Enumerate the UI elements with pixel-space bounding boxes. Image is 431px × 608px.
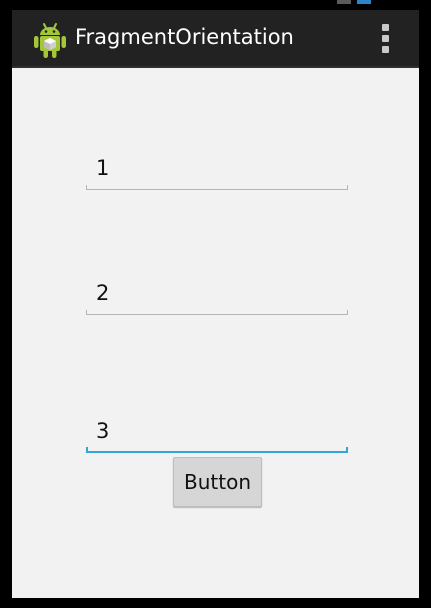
- action-button[interactable]: Button: [173, 457, 262, 507]
- edit-text-1[interactable]: 1: [86, 154, 350, 190]
- status-icons: [337, 0, 371, 6]
- edit-text-1-value: 1: [96, 156, 110, 180]
- overflow-dot: [382, 46, 389, 53]
- edit-text-2-value: 2: [96, 281, 110, 305]
- status-bar: [0, 0, 431, 10]
- android-robot-icon[interactable]: [32, 21, 68, 59]
- edit-text-3-value: 3: [96, 419, 110, 443]
- app-title: FragmentOrientation: [75, 25, 294, 49]
- edit-text-3[interactable]: 3: [86, 417, 350, 453]
- edit-text-1-underline: [86, 185, 348, 190]
- signal-icon: [337, 0, 351, 4]
- content-area: 1 2 3 Button: [12, 68, 419, 598]
- overflow-dot: [382, 24, 389, 31]
- edit-text-2[interactable]: 2: [86, 279, 350, 315]
- edit-text-3-underline: [86, 447, 348, 453]
- overflow-menu-icon[interactable]: [379, 24, 391, 54]
- edit-text-2-underline: [86, 310, 348, 315]
- action-bar: FragmentOrientation: [12, 10, 419, 68]
- wifi-icon: [357, 0, 371, 4]
- device-frame: FragmentOrientation 1 2 3 Button: [0, 0, 431, 608]
- overflow-dot: [382, 35, 389, 42]
